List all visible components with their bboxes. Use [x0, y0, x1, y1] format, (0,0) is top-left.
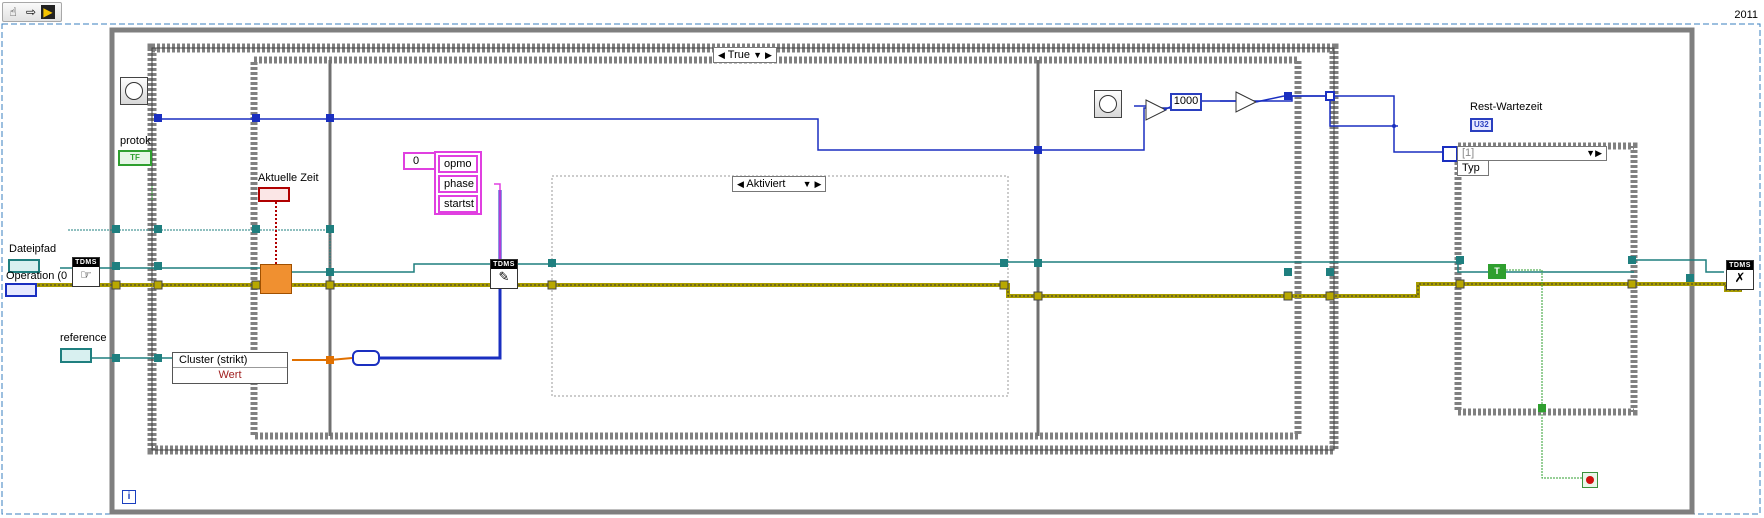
array-item-startst[interactable]: startst [438, 195, 478, 213]
wert-label: Wert [218, 369, 242, 381]
close-file-icon: ✗ [1734, 271, 1746, 286]
dateipfad-label: Dateipfad [9, 243, 57, 255]
array-item-opmo[interactable]: opmo [438, 155, 478, 173]
format-string-node[interactable] [352, 350, 380, 366]
reference-label: reference [60, 332, 107, 344]
tick-count-clock[interactable] [1094, 90, 1122, 118]
aktuelle-zeit-label: Aktuelle Zeit [258, 172, 319, 184]
dropdown-arrow-icon[interactable]: ▼▶ [1586, 147, 1602, 160]
wire-teal-1 [60, 261, 1634, 273]
clock-icon [1099, 95, 1117, 113]
operation-control[interactable] [5, 283, 37, 297]
while-loop-frame [109, 27, 1695, 515]
string-array-constant[interactable]: opmo phase startst [434, 151, 482, 215]
write-pencil-icon: ✎ [498, 270, 510, 285]
protok-label: protok [120, 135, 151, 147]
wire-blue-thick [352, 190, 502, 360]
bundle-by-name-node[interactable]: Cluster (strikt) Wert [172, 352, 288, 384]
divide-node [1235, 91, 1258, 113]
iteration-info-icon[interactable]: i [122, 490, 136, 504]
tdms-close-node[interactable]: TDMS ✗ [1726, 260, 1754, 290]
tdms-open-node[interactable]: TDMS ☞ [72, 257, 100, 287]
dropdown-arrow-icon[interactable]: ▼ [753, 50, 762, 60]
inner-case-selector[interactable]: ◀ Aktiviert ▼ ▶ [732, 176, 827, 192]
thousand-constant[interactable]: 1000 [1170, 93, 1202, 111]
operation-label: Operation (0 [6, 270, 68, 282]
cluster-strikt-label: Cluster (strikt) [173, 353, 287, 368]
typ-label: Typ [1457, 160, 1489, 176]
open-file-icon: ☞ [80, 268, 92, 283]
dropdown-arrow-icon[interactable]: ▼ [803, 179, 812, 189]
for-loop-frame [1454, 142, 1638, 416]
tdms-write-node[interactable]: TDMS ✎ [490, 259, 518, 289]
clock-icon [125, 82, 143, 100]
wire-orange [292, 357, 353, 361]
sequence-frame [250, 56, 1302, 440]
timestamp-indicator[interactable] [258, 187, 290, 202]
increment-arrow-icon[interactable]: ▶ [765, 50, 772, 60]
array-item-phase[interactable]: phase [438, 175, 478, 193]
reference-control[interactable] [60, 348, 92, 363]
array-index-selector[interactable]: [1] ▼▶ [1457, 146, 1607, 161]
true-constant[interactable]: T [1488, 264, 1506, 279]
format-time-node[interactable] [260, 264, 292, 294]
index-terminal[interactable] [1442, 146, 1458, 162]
wait-timer-clock[interactable] [120, 77, 148, 105]
wire-teal-dash [68, 229, 331, 268]
case-selector[interactable]: ◀ True ▼ ▶ [713, 47, 777, 63]
decrement-arrow-icon[interactable]: ◀ [737, 179, 744, 189]
decrement-arrow-icon[interactable]: ◀ [718, 50, 725, 60]
protok-boolean-control[interactable]: TF [118, 150, 152, 166]
wire-teal-2 [1634, 259, 1724, 273]
wire-blue-2 [1292, 95, 1462, 153]
increment-arrow-icon[interactable]: ▶ [815, 179, 822, 189]
wire-blue-1 [158, 95, 1398, 151]
stop-button[interactable] [1582, 472, 1598, 488]
subtract-node [1145, 99, 1168, 121]
wire-green [1500, 269, 1584, 479]
rest-wartezeit-indicator[interactable]: U32 [1470, 118, 1493, 132]
rest-wartezeit-label: Rest-Wartezeit [1470, 101, 1543, 113]
block-diagram [1, 23, 1761, 515]
